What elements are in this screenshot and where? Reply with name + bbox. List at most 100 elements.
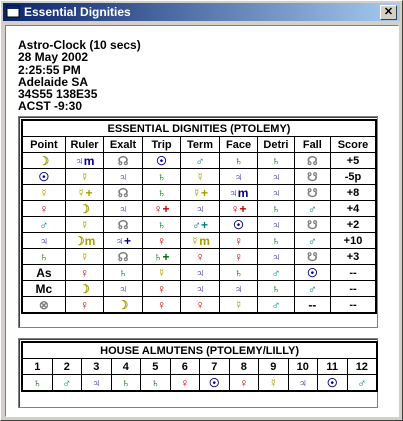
planet-glyph: ☿ [157, 265, 167, 280]
planet-glyph: ♃ [118, 169, 128, 184]
dignity-cell: ☽m [64, 232, 105, 249]
close-button[interactable]: ✕ [380, 5, 397, 20]
planet-glyph: ☿ [80, 169, 90, 184]
planet-glyph: ♃ [39, 233, 49, 248]
dignity-cell: ☿ [180, 168, 220, 185]
planet-glyph: ♄ [271, 201, 281, 216]
planet-glyph: ♂ [307, 201, 317, 216]
dignity-cell: ♂ [293, 280, 332, 297]
planet-glyph: ♂ [195, 153, 205, 168]
dignity-cell: ⊗ [22, 296, 66, 313]
planet-glyph: ♄ [157, 217, 167, 232]
planet-glyph: ♃ [271, 169, 281, 184]
dignity-cell: ♀ [180, 296, 220, 313]
planet-glyph: ♄ [157, 169, 167, 184]
dignity-cell: As [22, 264, 66, 281]
planet-glyph: Mc [35, 281, 53, 296]
almuten-cell: ♃ [287, 374, 318, 391]
dignity-cell: ♀+ [141, 200, 182, 217]
dignity-cell: ♃ [103, 168, 143, 185]
dignity-cell: ♂ [257, 296, 295, 313]
dignity-cell: ♃ [218, 168, 259, 185]
planet-glyph: ☉ [306, 265, 318, 280]
dignity-cell: ♃ [257, 168, 295, 185]
dignity-cell: ♃ [180, 280, 220, 297]
planet-glyph: ♃ [118, 201, 128, 216]
planet-glyph: ♄ [118, 265, 128, 280]
dignity-cell: ☋ [293, 168, 332, 185]
planet-glyph: ☊ [117, 185, 129, 200]
dignity-cell: ♃ [22, 232, 66, 249]
dignity-cell: ♄ [218, 152, 259, 169]
window-title: Essential Dignities [24, 5, 131, 19]
dignity-cell: ♄ [257, 200, 295, 217]
dignity-cell: ♀ [64, 296, 105, 313]
column-header: Score [330, 136, 376, 153]
planet-glyph: ♀ [80, 297, 90, 312]
dignity-cell: ☿ [64, 216, 105, 233]
column-header: Detri [257, 136, 295, 153]
score-cell: +10 [330, 232, 376, 249]
table-row: ♄ ☿ ☊ ♄+ ♀ ♀ ♃ ☋ +3 [22, 248, 376, 265]
house-number: 6 [169, 358, 200, 375]
planet-glyph: ☽ [117, 297, 129, 312]
planet-glyph: ♄ [234, 265, 244, 280]
dignity-cell: ☿ [141, 264, 182, 281]
column-header: Point [22, 136, 66, 153]
info-line: ACST -9:30 [18, 99, 83, 114]
dignity-cell: ♄ [257, 232, 295, 249]
planet-glyph: ☿+ [76, 185, 93, 200]
dignity-cell: ♀ [141, 296, 182, 313]
dignity-cell: ♂ [180, 152, 220, 169]
column-header: Face [218, 136, 259, 153]
planet-glyph: ♀ [157, 233, 167, 248]
dignity-cell: ☋ [293, 248, 332, 265]
dignity-cell: ♃ [103, 200, 143, 217]
planet-glyph: ♄ [271, 233, 281, 248]
dignity-cell: ☿ [64, 168, 105, 185]
planet-glyph: ♀ [239, 375, 249, 390]
planet-glyph: ♃m [74, 153, 95, 168]
house-number: 3 [81, 358, 112, 375]
planet-glyph: ♂ [271, 297, 281, 312]
dignity-cell: ♃ [257, 184, 295, 201]
planet-glyph: ☿ [268, 375, 278, 390]
dignity-cell: ☿ [64, 248, 105, 265]
score-cell: -- [330, 296, 376, 313]
planet-glyph: ♃ [271, 217, 281, 232]
content-area: Astro-Clock (10 secs) 28 May 2002 2:25:55 … [5, 25, 399, 417]
planet-glyph: ♄ [39, 249, 49, 264]
dignity-cell: ♂ [22, 216, 66, 233]
planet-glyph: ☿ [195, 169, 205, 184]
planet-glyph: ♀ [157, 281, 167, 296]
dignities-table: ESSENTIAL DIGNITIES (PTOLEMY) Point Ruler E… [22, 120, 376, 313]
planet-glyph: ☋ [306, 249, 318, 264]
table-row: ♂ ☿ ☊ ♄ ♂+ ☉ ♃ ☋ +2 [22, 216, 376, 233]
app-icon [6, 5, 20, 18]
dignity-cell: ♀ [141, 280, 182, 297]
planet-glyph: ♀+ [230, 201, 247, 216]
dignity-cell: ♃m [218, 184, 259, 201]
dignity-cell: ♄ [141, 184, 182, 201]
planet-glyph: ♃ [195, 201, 205, 216]
title-bar[interactable]: Essential Dignities ✕ [3, 3, 400, 21]
house-number: 9 [258, 358, 289, 375]
planet-glyph: As [36, 265, 52, 280]
planet-glyph: ♃ [195, 265, 205, 280]
planet-glyph: ♂ [307, 233, 317, 248]
dignity-cell: ☽ [22, 152, 66, 169]
dignity-cell: ☽ [103, 296, 143, 313]
planet-glyph: ☊ [306, 153, 318, 168]
score-cell: -- [330, 264, 376, 281]
almuten-cell: ♀ [228, 374, 259, 391]
planet-glyph: ♄ [121, 375, 131, 390]
table-row: ☽ ♃m ☊ ☉ ♂ ♄ ♄ ☊ +5 [22, 152, 376, 169]
planet-glyph: ☉ [38, 169, 50, 184]
almuten-cell: ♄ [110, 374, 141, 391]
dignity-cell: ♄ [141, 168, 182, 185]
dignity-cell: ☋ [293, 184, 332, 201]
table-row: ☿ ☿+ ☊ ♄ ☿+ ♃m ♃ ☋ +8 [22, 184, 376, 201]
planet-glyph: ♀ [39, 201, 49, 216]
dignity-cell: ☉ [218, 216, 259, 233]
dignity-cell: ♃+ [103, 232, 143, 249]
